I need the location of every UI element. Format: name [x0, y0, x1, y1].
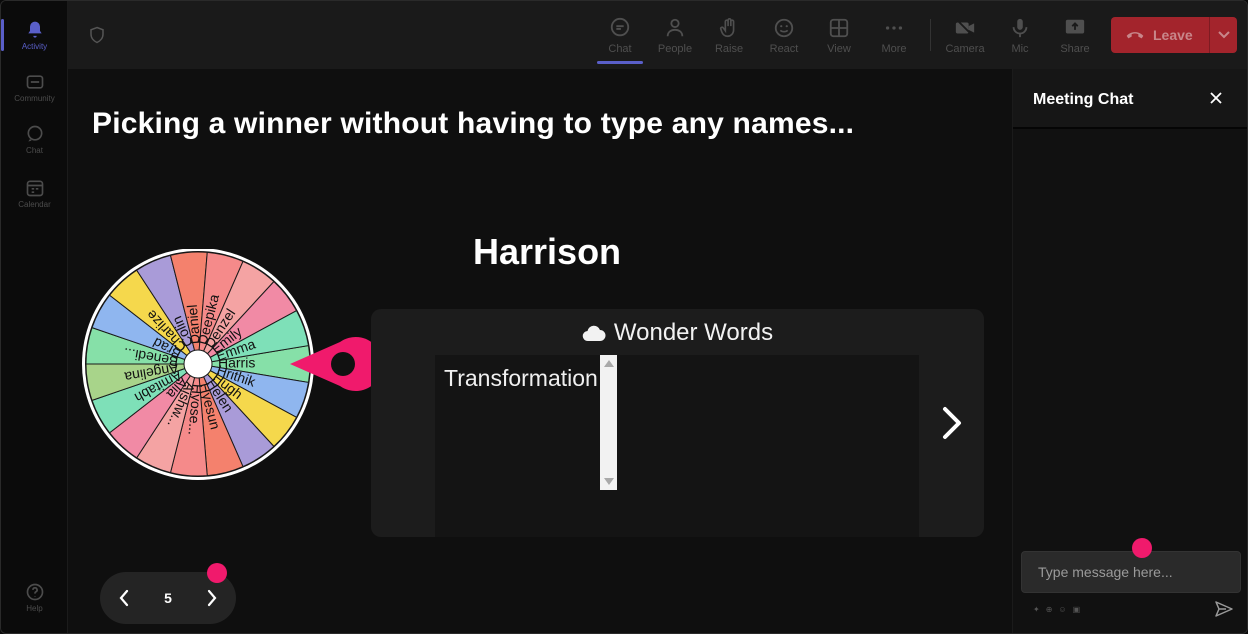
microphone-icon: [1012, 18, 1028, 38]
shield-icon[interactable]: [88, 25, 106, 45]
bell-icon: [27, 21, 42, 37]
next-word-button[interactable]: [939, 405, 965, 441]
mic-button[interactable]: Mic: [993, 11, 1047, 61]
leave-label: Leave: [1153, 27, 1193, 43]
grid-icon: [829, 18, 849, 38]
react-button[interactable]: React: [757, 11, 811, 61]
format-icon[interactable]: ✦: [1033, 605, 1040, 614]
chevron-down-icon: [1217, 31, 1230, 39]
smiley-icon: [774, 18, 794, 38]
share-button-label: Share: [1060, 43, 1090, 55]
hang-up-icon: [1126, 32, 1144, 39]
rail-item-community[interactable]: Community: [1, 61, 68, 113]
rail-item-label: Activity: [21, 41, 48, 51]
pointer-dot: [1132, 538, 1152, 558]
chat-message-input[interactable]: Type message here...: [1021, 551, 1241, 593]
share-button[interactable]: Share: [1048, 11, 1102, 61]
rail-item-label: Community: [14, 93, 55, 103]
people-button[interactable]: People: [648, 11, 702, 61]
chat-title: Meeting Chat: [1033, 91, 1134, 108]
slide-headline: Picking a winner without having to type …: [92, 107, 855, 140]
mic-button-label: Mic: [1011, 43, 1029, 55]
emoji-icon[interactable]: ☺: [1058, 605, 1066, 614]
chat-button-label: Chat: [608, 43, 632, 55]
chevron-left-icon[interactable]: [118, 589, 130, 607]
people-button-label: People: [657, 43, 693, 55]
wheel-hub: [183, 349, 213, 379]
meeting-chat-panel: Meeting Chat Type message here... ✦ ⊕ ☺ …: [1012, 69, 1247, 633]
hand-icon: [719, 18, 735, 38]
winner-name: Harrison: [473, 231, 622, 272]
chat-icon: [27, 125, 42, 141]
attach-icon[interactable]: ⊕: [1046, 605, 1053, 614]
chevron-right-icon[interactable]: [206, 589, 218, 607]
calendar-icon: [26, 180, 43, 196]
cloud-icon: [582, 325, 606, 342]
view-button-label: View: [827, 43, 851, 55]
app-rail: Activity Community Chat Calendar Help: [1, 1, 68, 633]
leave-button[interactable]: Leave: [1111, 17, 1237, 53]
meeting-toolbar: Chat People Raise React View More Camera: [68, 1, 1247, 69]
word-display: Transformation: [435, 355, 919, 537]
react-button-label: React: [769, 43, 799, 55]
chat-button[interactable]: Chat: [593, 11, 647, 64]
send-icon[interactable]: [1215, 601, 1233, 617]
rail-item-help[interactable]: Help: [1, 571, 68, 623]
word-scrollbar[interactable]: [600, 355, 617, 490]
rail-item-chat[interactable]: Chat: [1, 113, 68, 165]
raise-hand-button[interactable]: Raise: [702, 11, 756, 61]
scroll-down-arrow[interactable]: [604, 478, 614, 485]
leave-options-button[interactable]: [1210, 31, 1237, 39]
rail-item-label: Help: [26, 603, 43, 613]
view-button[interactable]: View: [812, 11, 866, 61]
chat-formatting-tools: ✦ ⊕ ☺ ▣: [1033, 605, 1080, 614]
pointer-dot: [207, 563, 227, 583]
presentation-stage: Picking a winner without having to type …: [68, 69, 1012, 633]
person-icon: [666, 18, 684, 37]
leave-main[interactable]: Leave: [1111, 27, 1209, 43]
help-icon: [26, 583, 43, 600]
current-word: Transformation: [444, 365, 598, 391]
name-wheel[interactable]: HarrisHrithikHughHelenHyesunHyose...Aish…: [76, 249, 376, 489]
meeting-window: Activity Community Chat Calendar Help Ch…: [0, 0, 1248, 634]
more-button-label: More: [881, 43, 907, 55]
card-title-text: Wonder Words: [613, 319, 774, 346]
wonder-words-card: Wonder Words Transformation: [371, 309, 984, 537]
gif-icon[interactable]: ▣: [1073, 605, 1081, 614]
more-button[interactable]: More: [867, 11, 921, 61]
raise-button-label: Raise: [714, 43, 744, 55]
close-icon[interactable]: [1209, 91, 1223, 105]
card-title: Wonder Words: [371, 319, 984, 347]
camera-button[interactable]: Camera: [938, 11, 992, 61]
more-dots-icon: [885, 26, 903, 30]
rail-item-label: Calendar: [18, 199, 51, 209]
wheel-pointer-hole: [331, 352, 355, 376]
share-screen-icon: [1065, 19, 1085, 34]
rail-item-activity[interactable]: Activity: [1, 9, 68, 61]
page-number: 5: [164, 590, 172, 606]
scroll-up-arrow[interactable]: [604, 360, 614, 367]
rail-item-label: Chat: [26, 145, 43, 155]
toolbar-divider: [930, 19, 931, 51]
camera-off-icon: [955, 19, 975, 37]
chat-icon: [610, 17, 630, 37]
chat-header: Meeting Chat: [1013, 69, 1247, 129]
rail-item-calendar[interactable]: Calendar: [1, 167, 68, 219]
community-icon: [26, 74, 43, 89]
camera-button-label: Camera: [945, 43, 985, 55]
